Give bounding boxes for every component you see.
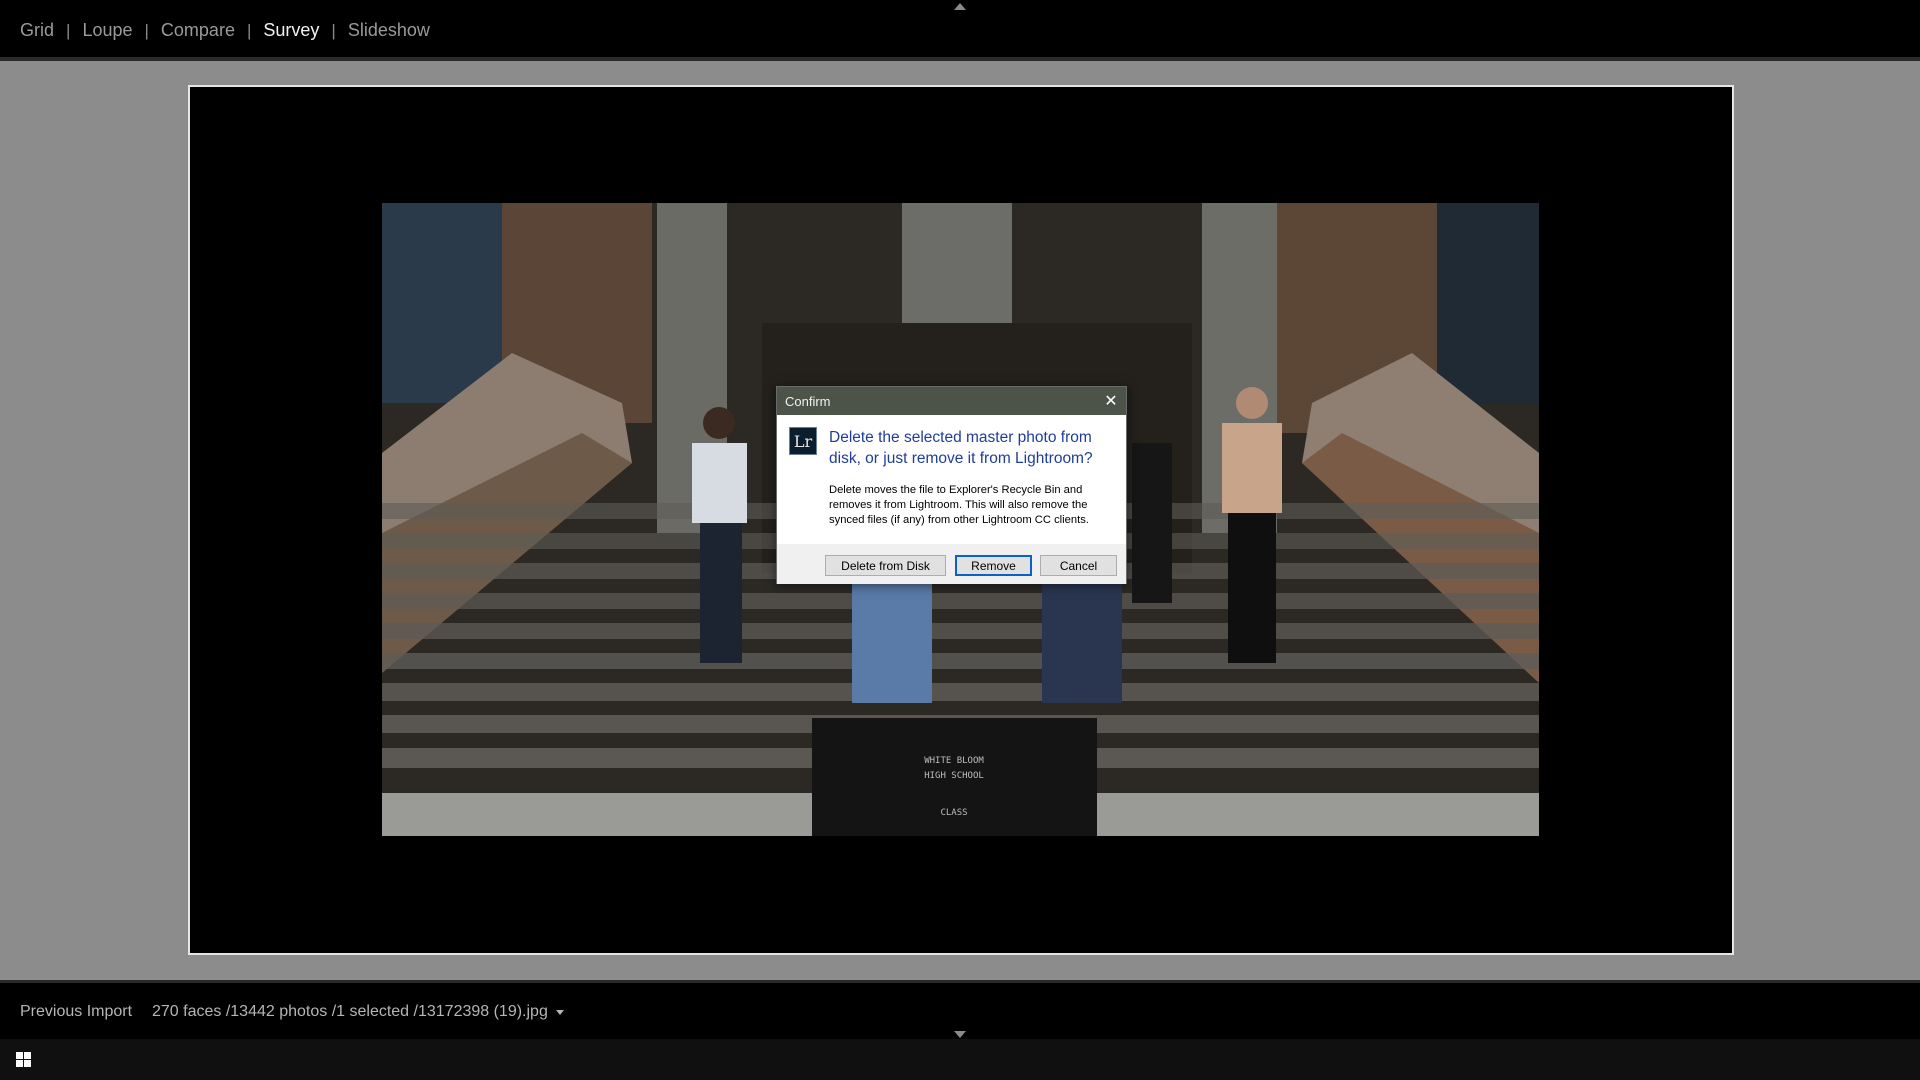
- filmstrip-info[interactable]: 270 faces /13442 photos /1 selected /131…: [152, 1003, 564, 1021]
- taskbar: [0, 1039, 1920, 1080]
- collapse-top-icon[interactable]: [954, 3, 966, 10]
- dialog-body-text: Delete moves the file to Explorer's Recy…: [829, 484, 1089, 526]
- filmstrip-source[interactable]: Previous Import: [20, 1003, 132, 1021]
- module-survey[interactable]: Survey: [263, 20, 319, 41]
- module-loupe[interactable]: Loupe: [82, 20, 132, 41]
- collapse-bottom-icon[interactable]: [954, 1031, 966, 1038]
- dropdown-caret-icon[interactable]: [555, 1009, 564, 1015]
- confirm-dialog: Confirm ✕ Lr Delete the selected master …: [776, 386, 1127, 584]
- start-button[interactable]: [0, 1039, 46, 1080]
- module-separator: |: [144, 20, 149, 40]
- filmstrip-info-text: 270 faces /13442 photos /1 selected /131…: [152, 1003, 548, 1020]
- delete-from-disk-button[interactable]: Delete from Disk: [825, 555, 946, 576]
- photo-sign-text-2: HIGH SCHOOL: [924, 771, 984, 781]
- close-icon[interactable]: ✕: [1096, 387, 1126, 415]
- dialog-title: Confirm: [785, 394, 831, 409]
- dialog-titlebar[interactable]: Confirm ✕: [777, 387, 1126, 415]
- module-separator: |: [246, 20, 252, 40]
- module-separator: |: [66, 20, 71, 40]
- remove-button[interactable]: Remove: [955, 555, 1032, 576]
- module-separator: |: [331, 20, 336, 40]
- photo-sign-text: WHITE BLOOM: [924, 756, 984, 766]
- cancel-button[interactable]: Cancel: [1040, 555, 1117, 576]
- module-compare[interactable]: Compare: [161, 20, 235, 41]
- dialog-footer: Delete from Disk Remove Cancel: [777, 544, 1126, 584]
- module-nav: Grid | Loupe | Compare | Survey | Slides…: [20, 20, 430, 41]
- module-slideshow[interactable]: Slideshow: [348, 20, 430, 41]
- dialog-heading: Delete the selected master photo from di…: [829, 429, 1093, 467]
- photo-sign-text-3: CLASS: [940, 808, 967, 818]
- module-grid[interactable]: Grid: [20, 20, 54, 41]
- lightroom-icon: Lr: [789, 427, 817, 455]
- windows-logo-icon: [15, 1052, 31, 1067]
- module-picker-bar: Grid | Loupe | Compare | Survey | Slides…: [0, 0, 1920, 57]
- filmstrip-header: Previous Import 270 faces /13442 photos …: [0, 980, 1920, 1039]
